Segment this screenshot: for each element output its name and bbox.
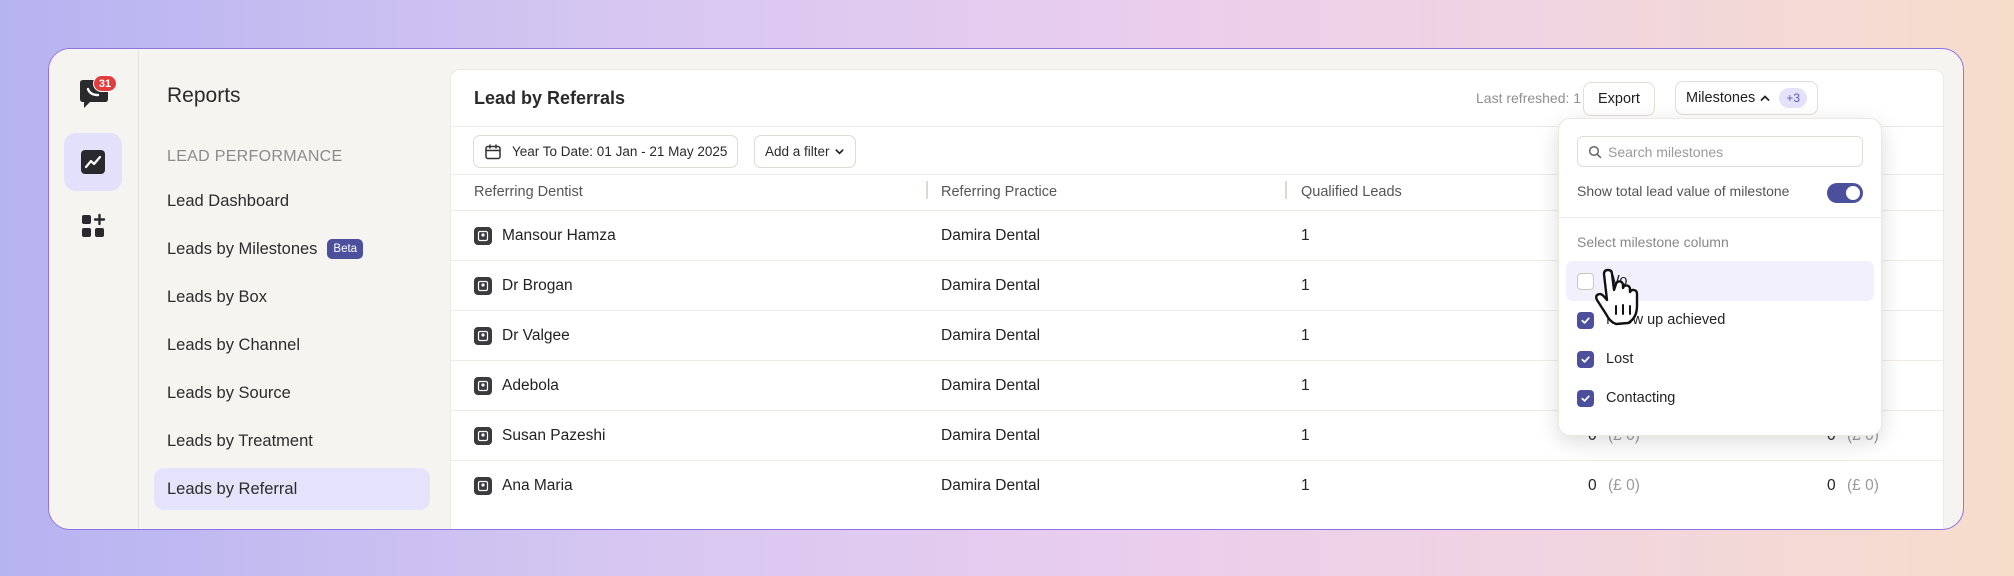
milestones-button-label: Milestones	[1686, 90, 1756, 106]
search-icon	[1588, 145, 1602, 158]
qualified-leads-value: 1	[1301, 427, 1310, 444]
dentist-name: Adebola	[502, 377, 559, 394]
export-button[interactable]: Export	[1583, 82, 1655, 116]
chevron-down-icon	[835, 149, 844, 155]
reports-sidebar: Reports LEAD PERFORMANCE Lead Dashboard …	[140, 49, 450, 529]
follow-up-value: 0	[1588, 477, 1597, 494]
dentist-avatar-icon	[474, 227, 492, 245]
milestone-lead-value: (£ 0)	[1847, 477, 1879, 494]
sidebar-item-leads-by-referral[interactable]: Leads by Referral	[154, 468, 430, 510]
practice-name: Damira Dental	[941, 477, 1041, 494]
sidebar-section-heading: LEAD PERFORMANCE	[167, 148, 343, 165]
dentist-name: Susan Pazeshi	[502, 427, 606, 444]
notification-badge: 31	[93, 75, 117, 92]
add-widget-icon	[82, 213, 106, 237]
milestone-search-field[interactable]	[1577, 136, 1863, 167]
practice-name: Damira Dental	[941, 277, 1041, 294]
reports-nav-button[interactable]	[64, 133, 122, 191]
practice-name: Damira Dental	[941, 427, 1041, 444]
dentist-name: Dr Brogan	[502, 277, 573, 294]
show-lead-value-label: Show total lead value of milestone	[1577, 183, 1790, 199]
trend-chart-icon	[81, 150, 105, 174]
check-icon	[1581, 394, 1590, 402]
dentist-name: Mansour Hamza	[502, 227, 616, 244]
qualified-leads-value: 1	[1301, 327, 1310, 344]
show-lead-value-toggle[interactable]	[1827, 183, 1863, 203]
dentist-name: Dr Valgee	[502, 327, 570, 344]
milestone-option-contacting[interactable]: Contacting	[1566, 378, 1874, 418]
qualified-leads-value: 1	[1301, 377, 1310, 394]
sidebar-item-leads-by-treatment[interactable]: Leads by Treatment	[154, 420, 430, 462]
hand-pointer-cursor-icon	[1595, 268, 1639, 326]
chevron-up-icon	[1760, 95, 1770, 101]
page-title: Lead by Referrals	[474, 88, 626, 108]
beta-badge: Beta	[327, 239, 364, 259]
icon-rail: 31	[49, 49, 139, 529]
sidebar-item-label: Leads by Milestones	[167, 239, 318, 258]
column-header-referring-dentist[interactable]: Referring Dentist	[474, 184, 583, 200]
sidebar-item-label: Leads by Box	[167, 287, 267, 306]
check-icon	[1581, 316, 1590, 324]
sidebar-title: Reports	[167, 84, 241, 107]
column-resize-handle[interactable]	[926, 181, 928, 199]
milestones-extra-count: +3	[1779, 88, 1807, 108]
practice-name: Damira Dental	[941, 227, 1041, 244]
checkbox-checked[interactable]	[1577, 350, 1594, 368]
dentist-name: Ana Maria	[502, 477, 573, 494]
select-milestone-heading: Select milestone column	[1577, 234, 1729, 250]
sidebar-item-leads-by-box[interactable]: Leads by Box	[154, 276, 430, 318]
sidebar-item-leads-by-milestones[interactable]: Leads by Milestones Beta	[154, 228, 430, 270]
follow-up-lead-value: (£ 0)	[1608, 477, 1640, 494]
qualified-leads-value: 1	[1301, 277, 1310, 294]
check-icon	[1581, 355, 1590, 363]
qualified-leads-value: 1	[1301, 227, 1310, 244]
dentist-avatar-icon	[474, 277, 492, 295]
sidebar-item-label: Leads by Referral	[167, 479, 298, 498]
dentist-avatar-icon	[474, 377, 492, 395]
dentist-avatar-icon	[474, 427, 492, 445]
table-row[interactable]: Ana Maria Damira Dental 1 0 (£ 0) 0 (£ 0…	[451, 460, 1943, 510]
add-filter-button[interactable]: Add a filter	[754, 135, 856, 168]
checkbox-checked[interactable]	[1577, 389, 1594, 407]
column-resize-handle[interactable]	[1285, 181, 1287, 199]
milestone-value: 0	[1827, 477, 1836, 494]
sidebar-item-label: Leads by Treatment	[167, 431, 313, 450]
apps-nav-button[interactable]	[64, 197, 122, 255]
practice-name: Damira Dental	[941, 327, 1041, 344]
column-header-referring-practice[interactable]: Referring Practice	[941, 184, 1057, 200]
milestone-option-label: Contacting	[1606, 390, 1676, 406]
calendar-icon	[485, 143, 501, 159]
qualified-leads-value: 1	[1301, 477, 1310, 494]
sidebar-item-label: Leads by Source	[167, 383, 291, 402]
sidebar-item-leads-by-source[interactable]: Leads by Source	[154, 372, 430, 414]
sidebar-item-label: Leads by Channel	[167, 335, 301, 354]
sidebar-item-label: Lead Dashboard	[167, 191, 290, 210]
add-filter-label: Add a filter	[765, 144, 830, 159]
sidebar-item-leads-by-channel[interactable]: Leads by Channel	[154, 324, 430, 366]
milestones-dropdown-button[interactable]: Milestones +3	[1675, 81, 1818, 115]
milestone-option-lost[interactable]: Lost	[1566, 339, 1874, 379]
column-header-qualified-leads[interactable]: Qualified Leads	[1301, 184, 1402, 200]
milestone-search-input[interactable]	[1608, 143, 1848, 160]
milestone-option-label: Lost	[1606, 351, 1634, 367]
sidebar-item-lead-dashboard[interactable]: Lead Dashboard	[154, 180, 430, 222]
practice-name: Damira Dental	[941, 377, 1041, 394]
date-range-filter[interactable]: Year To Date: 01 Jan - 21 May 2025	[473, 135, 739, 168]
dropdown-divider	[1559, 217, 1881, 218]
dentist-avatar-icon	[474, 477, 492, 495]
date-range-label: Year To Date: 01 Jan - 21 May 2025	[512, 144, 728, 159]
dentist-avatar-icon	[474, 327, 492, 345]
